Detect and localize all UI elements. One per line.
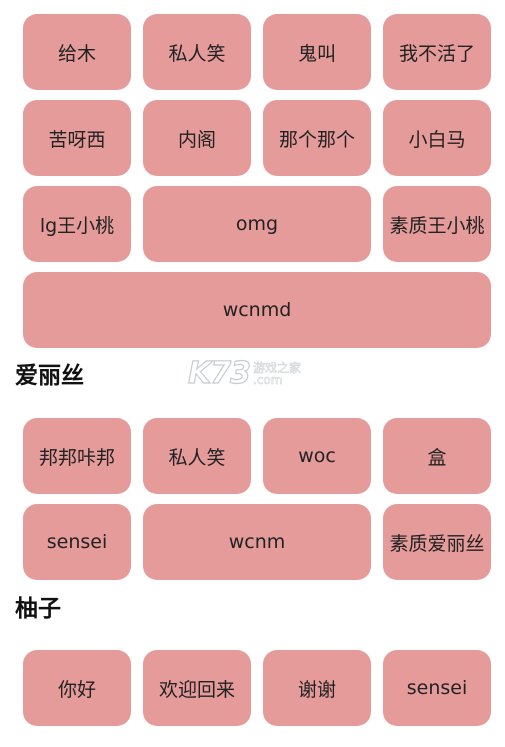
sound-button[interactable]: 盒 <box>383 418 491 494</box>
sound-button[interactable]: 苦呀西 <box>23 100 131 176</box>
sound-button[interactable]: 谢谢 <box>263 650 371 726</box>
sound-button[interactable]: 私人笑 <box>143 14 251 90</box>
sound-button[interactable]: 私人笑 <box>143 418 251 494</box>
sound-button[interactable]: omg <box>143 186 371 262</box>
sound-button[interactable]: sensei <box>383 650 491 726</box>
sound-button[interactable]: 鬼叫 <box>263 14 371 90</box>
sound-button[interactable]: 素质爱丽丝 <box>383 504 491 580</box>
sound-button[interactable]: 你好 <box>23 650 131 726</box>
watermark-line1: 游戏之家 <box>253 360 302 375</box>
sound-button[interactable]: 内阁 <box>143 100 251 176</box>
sound-button[interactable]: 邦邦咔邦 <box>23 418 131 494</box>
sound-button[interactable]: wcnmd <box>23 272 491 348</box>
watermark-logo: K73 游戏之家 .com <box>187 355 302 391</box>
sound-button[interactable]: lg王小桃 <box>23 186 131 262</box>
watermark-logo-text: K73 <box>187 355 251 391</box>
sound-button[interactable]: 素质王小桃 <box>383 186 491 262</box>
sound-button[interactable]: 那个那个 <box>263 100 371 176</box>
watermark-line2: .com <box>253 372 283 387</box>
sound-button[interactable]: 我不活了 <box>383 14 491 90</box>
sound-button[interactable]: wcnm <box>143 504 371 580</box>
section-title-yuzu: 柚子 <box>15 596 61 622</box>
sound-button[interactable]: 小白马 <box>383 100 491 176</box>
button-grid-yuzu: 你好 欢迎回来 谢谢 sensei <box>23 650 491 726</box>
sound-button[interactable]: sensei <box>23 504 131 580</box>
section-title-alice: 爱丽丝 <box>15 363 84 389</box>
button-grid-top: 给木 私人笑 鬼叫 我不活了 苦呀西 内阁 那个那个 小白马 lg王小桃 omg… <box>23 14 491 348</box>
button-grid-alice: 邦邦咔邦 私人笑 woc 盒 sensei wcnm 素质爱丽丝 <box>23 418 491 580</box>
soundboard-page: 给木 私人笑 鬼叫 我不活了 苦呀西 内阁 那个那个 小白马 lg王小桃 omg… <box>0 0 505 747</box>
sound-button[interactable]: 给木 <box>23 14 131 90</box>
sound-button[interactable]: woc <box>263 418 371 494</box>
sound-button[interactable]: 欢迎回来 <box>143 650 251 726</box>
watermark-subtext: 游戏之家 .com <box>253 360 302 387</box>
